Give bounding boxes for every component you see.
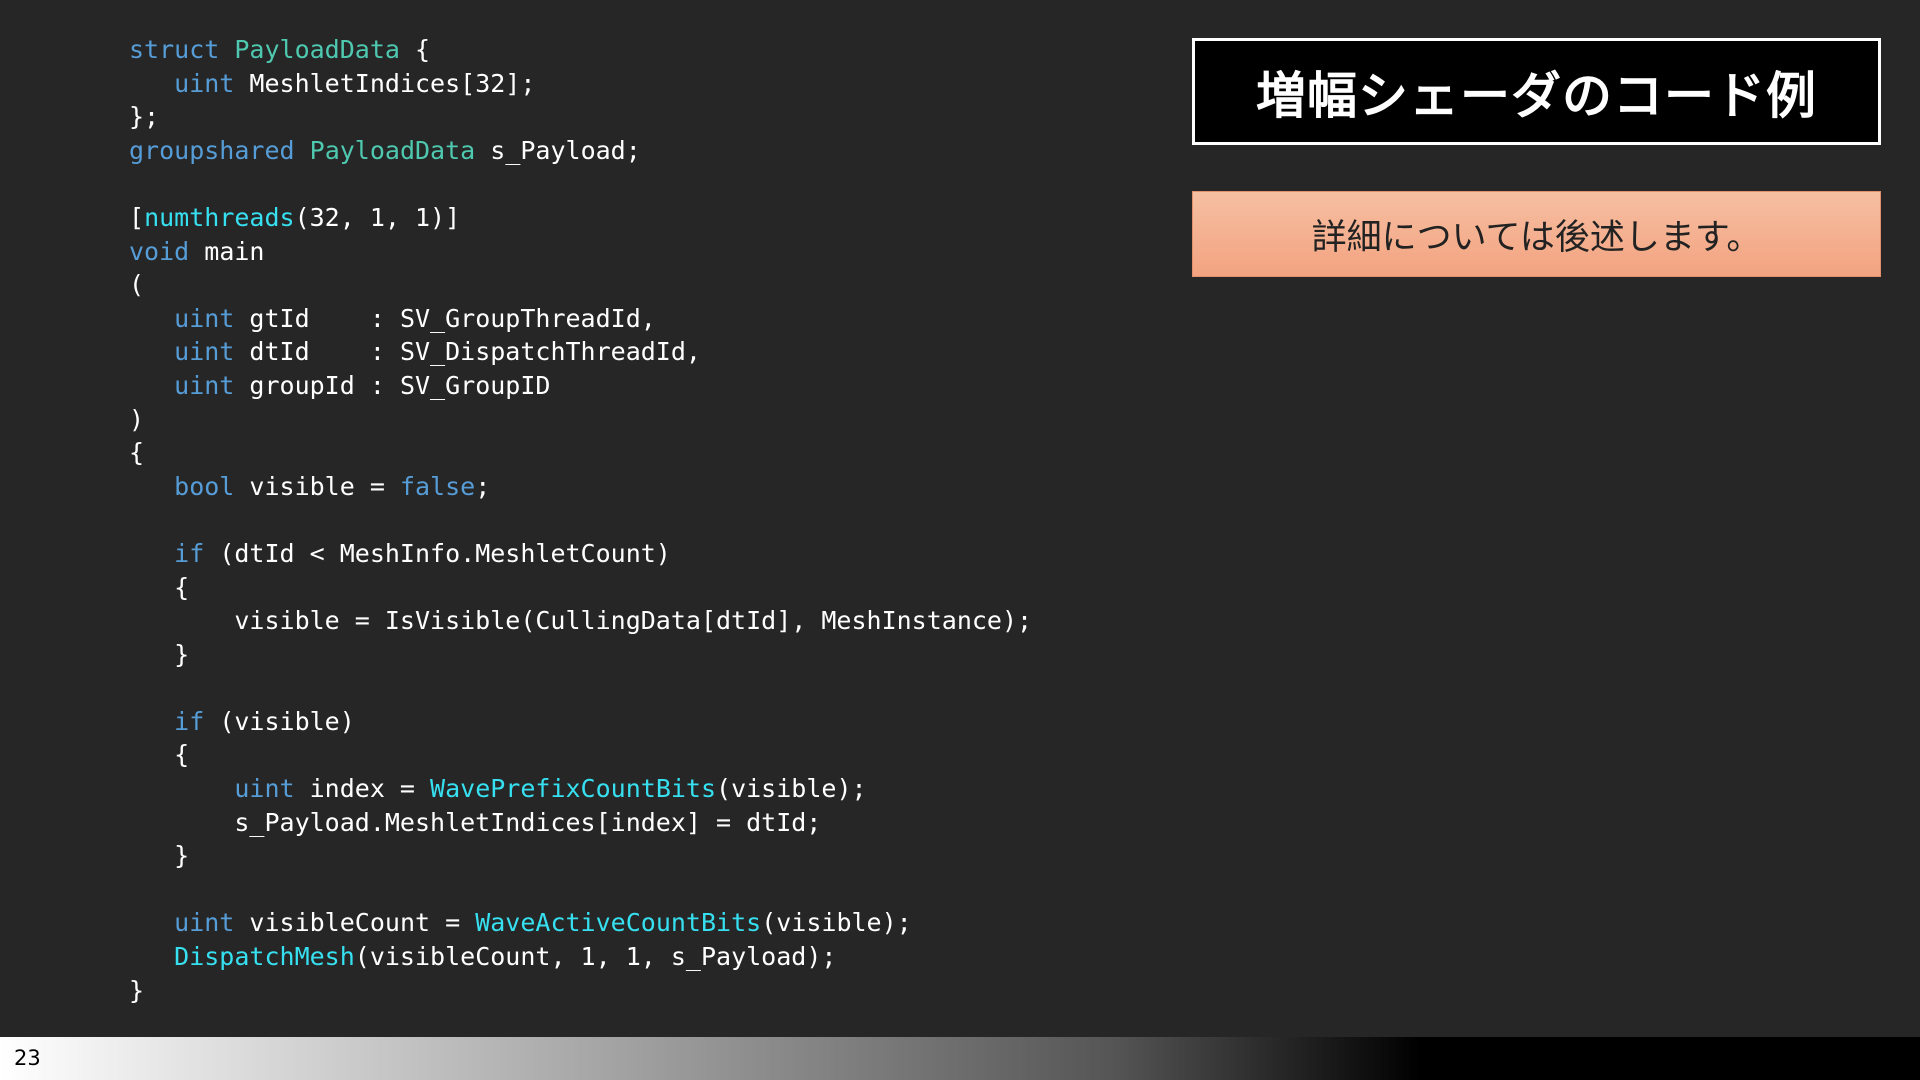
code-token: false xyxy=(399,471,476,501)
code-line: uint dtId : SV_DispatchThreadId, xyxy=(129,335,1032,369)
code-line: groupshared PayloadData s_Payload; xyxy=(129,134,1032,168)
code-token: { xyxy=(399,35,431,64)
code-token: uint xyxy=(174,303,235,333)
slide-title: 増幅シェーダのコード例 xyxy=(1256,66,1817,125)
code-token: s_Payload; xyxy=(475,135,641,165)
code-token: } xyxy=(129,975,145,1005)
code-line: ) xyxy=(129,403,1032,437)
code-block: struct PayloadData { uint MeshletIndices… xyxy=(129,33,1032,1007)
code-line: [numthreads(32, 1, 1)] xyxy=(129,201,1032,235)
code-token: (visible); xyxy=(761,908,912,938)
code-line: visible = IsVisible(CullingData[dtId], M… xyxy=(129,604,1032,638)
code-token: visible = IsVisible(CullingData[dtId], M… xyxy=(129,606,1033,636)
code-token: uint xyxy=(174,68,235,98)
code-token: WavePrefixCountBits xyxy=(430,774,717,804)
slide: struct PayloadData { uint MeshletIndices… xyxy=(0,0,1920,1080)
code-line: }; xyxy=(129,100,1032,134)
code-token: } xyxy=(129,841,190,871)
code-token: MeshletIndices[32]; xyxy=(234,68,536,98)
code-line: bool visible = false; xyxy=(129,470,1032,504)
code-token: (32, 1, 1)] xyxy=(294,202,461,232)
code-line: { xyxy=(129,571,1032,605)
code-token: (visibleCount, 1, 1, s_Payload); xyxy=(354,942,837,972)
note-box: 詳細については後述します。 xyxy=(1192,191,1881,277)
page-number: 23 xyxy=(14,1046,41,1070)
code-token: main xyxy=(189,236,265,266)
code-line: uint gtId : SV_GroupThreadId, xyxy=(129,302,1032,336)
code-line: s_Payload.MeshletIndices[index] = dtId; xyxy=(129,806,1032,840)
code-token: [ xyxy=(129,202,145,232)
code-token: dtId : SV_DispatchThreadId, xyxy=(234,337,701,367)
code-token: (dtId < MeshInfo.MeshletCount) xyxy=(204,538,671,568)
code-line: if (visible) xyxy=(129,705,1032,739)
code-line: struct PayloadData { xyxy=(129,33,1032,67)
code-token: if xyxy=(174,706,205,736)
code-token: { xyxy=(129,740,190,770)
code-token: void xyxy=(129,236,190,266)
code-token: PayloadData xyxy=(309,135,476,165)
code-token: { xyxy=(129,572,190,602)
code-token: DispatchMesh xyxy=(174,942,355,972)
code-token: if xyxy=(174,538,205,568)
code-token: groupshared xyxy=(129,135,295,165)
code-line: { xyxy=(129,436,1032,470)
code-token: visible = xyxy=(234,471,400,501)
code-token: WaveActiveCountBits xyxy=(475,908,762,938)
code-token: ; xyxy=(475,471,491,501)
code-token: groupId : SV_GroupID xyxy=(234,370,551,400)
code-token: } xyxy=(129,639,190,669)
code-line: uint index = WavePrefixCountBits(visible… xyxy=(129,772,1032,806)
footer-bar xyxy=(0,1037,1920,1080)
code-token: (visible) xyxy=(204,706,355,736)
code-token: visibleCount = xyxy=(234,908,476,938)
code-line: { xyxy=(129,738,1032,772)
code-line: uint MeshletIndices[32]; xyxy=(129,67,1032,101)
code-token: { xyxy=(129,438,145,468)
code-token: numthreads xyxy=(144,202,295,232)
code-token: index = xyxy=(294,774,431,804)
code-line: void main xyxy=(129,235,1032,269)
title-box: 増幅シェーダのコード例 xyxy=(1192,38,1881,145)
code-line: uint groupId : SV_GroupID xyxy=(129,369,1032,403)
code-line: if (dtId < MeshInfo.MeshletCount) xyxy=(129,537,1032,571)
code-token: gtId : SV_GroupThreadId, xyxy=(234,303,656,333)
code-line: } xyxy=(129,638,1032,672)
code-line: } xyxy=(129,839,1032,873)
code-token: PayloadData xyxy=(234,35,400,64)
code-token: s_Payload.MeshletIndices[index] = dtId; xyxy=(129,807,822,837)
code-token: (visible); xyxy=(716,774,867,804)
code-token: uint xyxy=(234,774,295,804)
code-token: uint xyxy=(174,908,235,938)
code-line: DispatchMesh(visibleCount, 1, 1, s_Paylo… xyxy=(129,940,1032,974)
code-token: }; xyxy=(129,102,160,132)
note-text: 詳細については後述します。 xyxy=(1311,217,1762,258)
code-line: uint visibleCount = WaveActiveCountBits(… xyxy=(129,906,1032,940)
code-token: uint xyxy=(174,370,235,400)
code-token: struct xyxy=(129,35,220,64)
code-token: ( xyxy=(129,270,145,300)
code-token: bool xyxy=(174,471,235,501)
code-token: uint xyxy=(174,337,235,367)
code-line: ( xyxy=(129,268,1032,302)
code-line: } xyxy=(129,974,1032,1008)
code-token: ) xyxy=(129,404,145,434)
